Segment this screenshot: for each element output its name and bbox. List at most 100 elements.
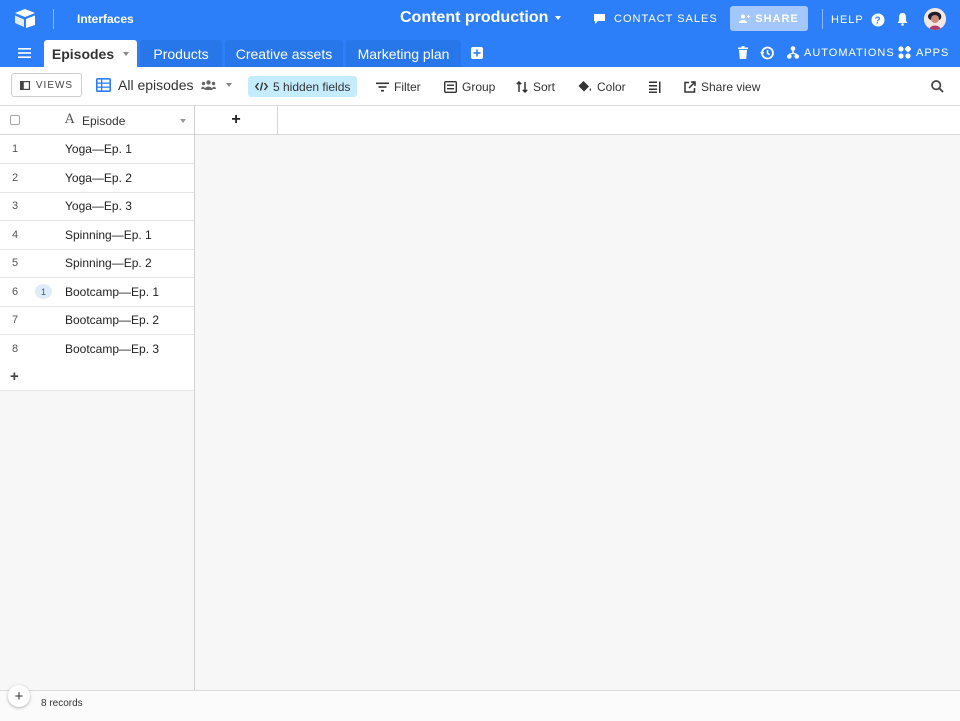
view-switcher[interactable]: All episodes (96, 77, 232, 93)
text-field-type-icon: A (65, 112, 74, 127)
automations-button[interactable]: AUTOMATIONS (787, 46, 895, 59)
hamburger-menu-icon[interactable] (18, 48, 31, 58)
airtable-logo-icon[interactable] (14, 8, 36, 28)
grid-header: A Episode + (0, 106, 960, 135)
primary-field-header[interactable]: A Episode (56, 106, 194, 134)
grid-view-icon (96, 78, 111, 92)
share-view-button[interactable]: Share view (684, 76, 760, 97)
episode-cell[interactable]: Spinning—Ep. 2 (65, 256, 152, 270)
tab-label: Episodes (52, 46, 114, 62)
group-label: Group (462, 80, 495, 94)
topbar-divider (53, 9, 54, 29)
row-number: 8 (12, 343, 18, 355)
episode-cell[interactable]: Bootcamp—Ep. 1 (65, 285, 159, 299)
code-brackets-icon (255, 82, 268, 91)
episode-cell[interactable]: Yoga—Ep. 2 (65, 171, 132, 185)
pane-divider (194, 106, 195, 720)
tab-label: Products (153, 46, 208, 62)
table-row[interactable]: 2 Yoga—Ep. 2 (0, 164, 194, 193)
tab-creative-assets[interactable]: Creative assets (225, 40, 343, 67)
apps-button[interactable]: APPS (898, 46, 949, 59)
row-number: 6 (12, 286, 18, 298)
add-field-button[interactable]: + (195, 106, 278, 134)
select-all-checkbox[interactable] (10, 115, 20, 125)
chevron-down-icon (555, 16, 561, 20)
add-record-row[interactable]: + (0, 363, 194, 391)
views-toggle-button[interactable]: VIEWS (11, 73, 82, 97)
episode-cell[interactable]: Spinning—Ep. 1 (65, 228, 152, 242)
row-number: 5 (12, 257, 18, 269)
tab-label: Marketing plan (358, 46, 450, 62)
add-record-icon: + (10, 368, 19, 385)
tab-label: Creative assets (236, 46, 332, 62)
episode-cell[interactable]: Bootcamp—Ep. 3 (65, 342, 159, 356)
trash-icon[interactable] (738, 46, 748, 59)
episode-cell[interactable]: Bootcamp—Ep. 2 (65, 313, 159, 327)
views-label: VIEWS (36, 80, 73, 91)
question-circle-icon: ? (871, 13, 885, 27)
collaborative-users-icon (201, 80, 216, 90)
table-row[interactable]: 4 Spinning—Ep. 1 (0, 221, 194, 250)
add-record-button[interactable]: + (8, 685, 30, 707)
row-number: 7 (12, 314, 18, 326)
search-icon[interactable] (931, 80, 944, 93)
share-users-icon (739, 14, 750, 23)
chevron-down-icon[interactable] (180, 119, 186, 123)
chevron-down-icon[interactable] (123, 52, 129, 56)
topbar-divider (822, 9, 823, 29)
share-label: SHARE (755, 13, 799, 25)
row-height-icon[interactable] (649, 81, 662, 93)
comment-count-badge[interactable]: 1 (35, 284, 52, 299)
apps-grid-icon (898, 46, 911, 59)
sidebar-panel-icon (20, 81, 30, 90)
row-number: 3 (12, 200, 18, 212)
top-bar: Interfaces Content production CONTACT SA… (0, 0, 960, 38)
group-button[interactable]: Group (444, 76, 495, 97)
sort-label: Sort (533, 80, 555, 94)
primary-field-name: Episode (82, 114, 125, 128)
chevron-down-icon (226, 83, 232, 87)
share-button[interactable]: SHARE (730, 6, 808, 31)
tab-products[interactable]: Products (140, 40, 222, 67)
history-icon[interactable] (760, 46, 774, 60)
hidden-fields-label: 5 hidden fields (273, 80, 350, 94)
contact-sales-label: CONTACT SALES (614, 13, 718, 25)
svg-text:?: ? (874, 16, 881, 27)
episode-cell[interactable]: Yoga—Ep. 1 (65, 142, 132, 156)
share-view-label: Share view (701, 80, 760, 94)
base-title[interactable]: Content production (400, 9, 561, 27)
group-list-icon (444, 81, 457, 93)
add-field-label: + (231, 111, 240, 129)
color-button[interactable]: Color (578, 76, 626, 97)
sort-button[interactable]: Sort (516, 76, 555, 97)
help-button[interactable]: HELP ? (831, 13, 885, 27)
tab-episodes[interactable]: Episodes (44, 40, 137, 67)
add-table-icon[interactable] (471, 47, 483, 59)
bell-icon[interactable] (896, 12, 909, 26)
tab-marketing-plan[interactable]: Marketing plan (346, 40, 461, 67)
sort-arrows-icon (516, 81, 528, 93)
table-row[interactable]: 3 Yoga—Ep. 3 (0, 192, 194, 221)
table-row[interactable]: 1 Yoga—Ep. 1 (0, 135, 194, 164)
base-title-text: Content production (400, 9, 548, 26)
external-link-icon (684, 81, 696, 93)
grid-footer: + 8 records (0, 690, 960, 721)
row-number: 2 (12, 172, 18, 184)
automations-label: AUTOMATIONS (804, 47, 895, 59)
interfaces-link[interactable]: Interfaces (77, 12, 134, 26)
contact-sales-button[interactable]: CONTACT SALES (593, 13, 718, 25)
user-avatar[interactable] (924, 8, 946, 30)
apps-label: APPS (916, 47, 949, 59)
add-icon: + (15, 688, 24, 705)
paint-bucket-icon (578, 80, 592, 93)
table-row[interactable]: 5 Spinning—Ep. 2 (0, 249, 194, 278)
hidden-fields-button[interactable]: 5 hidden fields (248, 76, 357, 97)
record-count: 8 records (41, 698, 83, 709)
filter-button[interactable]: Filter (376, 76, 421, 97)
table-row[interactable]: 6 1 Bootcamp—Ep. 1 (0, 278, 194, 307)
avatar-image (924, 8, 946, 30)
episode-cell[interactable]: Yoga—Ep. 3 (65, 199, 132, 213)
table-row[interactable]: 8 Bootcamp—Ep. 3 (0, 335, 194, 364)
table-row[interactable]: 7 Bootcamp—Ep. 2 (0, 306, 194, 335)
filter-lines-icon (376, 82, 389, 92)
